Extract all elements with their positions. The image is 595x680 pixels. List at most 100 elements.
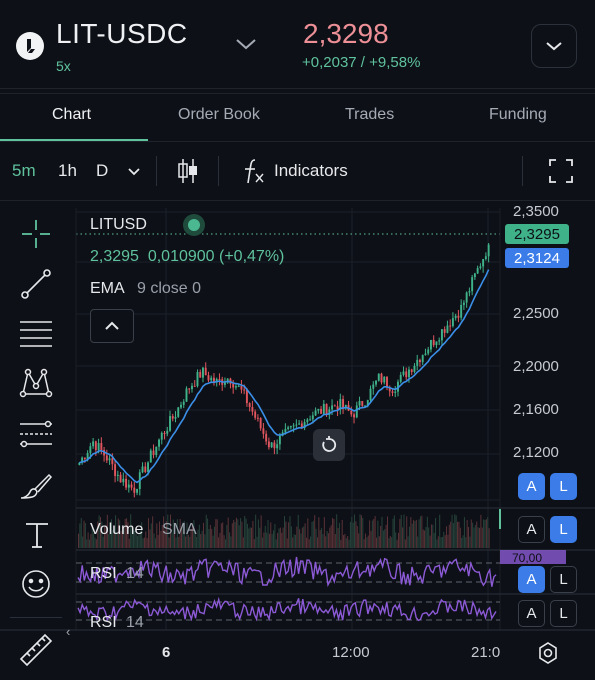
candle	[83, 457, 86, 459]
volume-bar	[271, 533, 273, 548]
candle	[292, 425, 295, 427]
volume-bar	[437, 536, 439, 548]
volume-bar	[79, 523, 81, 548]
trendline-icon[interactable]	[20, 268, 52, 305]
candle	[372, 384, 375, 389]
volume-bar	[212, 535, 214, 548]
candle	[325, 403, 328, 415]
brush-icon[interactable]	[18, 470, 54, 507]
log-scale-button[interactable]: L	[550, 516, 577, 543]
price-chart[interactable]: 70,00	[0, 200, 595, 680]
candle	[116, 474, 119, 476]
ruler-icon[interactable]	[18, 632, 54, 673]
volume-bar	[426, 516, 428, 548]
function-icon[interactable]	[242, 156, 266, 191]
volume-bar	[266, 532, 268, 548]
interval-d[interactable]: D	[96, 161, 108, 181]
candle	[471, 277, 474, 292]
volume-bar	[262, 537, 264, 548]
volume-bar	[267, 520, 269, 548]
candle	[256, 417, 259, 419]
emoji-icon[interactable]	[20, 568, 52, 605]
interval-chevron-down-icon[interactable]	[127, 164, 141, 182]
interval-5m[interactable]: 5m	[12, 161, 36, 181]
pair-title[interactable]: LIT-USDC	[56, 18, 188, 50]
volume-bar	[156, 523, 158, 548]
volume-bar	[433, 532, 435, 548]
rsi-value-tag: 70,00	[512, 551, 542, 565]
candle	[429, 339, 432, 350]
candle	[92, 441, 95, 447]
log-scale-button[interactable]: L	[550, 473, 577, 500]
volume-bar	[418, 519, 420, 548]
volume-bar	[365, 533, 367, 548]
volume-bar	[410, 517, 412, 548]
auto-scale-button[interactable]: A	[518, 566, 545, 593]
volume-bar	[168, 537, 170, 548]
candle	[182, 401, 185, 405]
candle	[130, 484, 133, 488]
tab-funding[interactable]: Funding	[489, 106, 547, 124]
volume-bar	[253, 539, 255, 548]
prediction-icon[interactable]	[18, 418, 54, 455]
lighter-logo-icon	[16, 32, 44, 60]
volume-bar	[260, 515, 262, 548]
volume-bar	[381, 516, 383, 548]
collapse-chevron-icon[interactable]: ‹	[66, 624, 70, 639]
crosshair-icon[interactable]	[20, 218, 52, 255]
time-axis-label: 12:00	[332, 644, 370, 661]
collapse-legend-button[interactable]	[90, 309, 134, 343]
volume-bar	[371, 520, 373, 548]
candle	[331, 405, 334, 410]
volume-bar	[481, 527, 483, 548]
fullscreen-icon[interactable]	[548, 158, 574, 189]
tab-trades[interactable]: Trades	[345, 106, 394, 124]
volume-bar	[273, 530, 275, 548]
reset-chart-button[interactable]	[313, 429, 345, 461]
expand-button[interactable]	[531, 24, 577, 68]
auto-scale-button[interactable]: A	[518, 473, 545, 500]
indicators-button[interactable]: Indicators	[274, 161, 348, 181]
legend-ema-label: EMA	[90, 280, 125, 297]
log-scale-button[interactable]: L	[550, 600, 577, 627]
tab-chart[interactable]: Chart	[52, 106, 91, 124]
volume-bar	[274, 523, 276, 548]
candle	[482, 259, 485, 267]
candle	[141, 466, 144, 473]
auto-scale-button[interactable]: A	[518, 516, 545, 543]
candle	[295, 424, 298, 426]
candle	[111, 458, 114, 465]
auto-scale-button[interactable]: A	[518, 600, 545, 627]
text-icon[interactable]	[22, 520, 52, 555]
volume-bar	[297, 514, 299, 548]
volume-bar	[307, 518, 309, 548]
volume-bar	[83, 520, 85, 548]
divider	[0, 141, 595, 142]
settings-icon[interactable]	[536, 641, 560, 670]
candle	[418, 359, 421, 363]
candle	[160, 432, 163, 440]
volume-bar	[153, 533, 155, 548]
candle	[454, 315, 457, 319]
volume-bar	[282, 527, 284, 548]
volume-bar	[327, 533, 329, 548]
tab-order-book[interactable]: Order Book	[178, 106, 260, 124]
last-price-tag: 2,3295	[505, 224, 569, 244]
log-scale-button[interactable]: L	[550, 566, 577, 593]
fib-lines-icon[interactable]	[18, 318, 54, 355]
interval-1h[interactable]: 1h	[58, 161, 77, 181]
volume-bar	[454, 514, 456, 548]
volume-bar	[359, 514, 361, 548]
candle-style-icon[interactable]	[176, 156, 200, 191]
volume-bar	[373, 518, 375, 548]
volume-bar	[389, 535, 391, 548]
price-axis-label: 2,2000	[513, 358, 559, 375]
pattern-icon[interactable]	[18, 366, 54, 405]
candle	[342, 399, 345, 409]
candle	[180, 404, 182, 408]
volume-bar	[289, 516, 291, 548]
volume-bar	[146, 537, 148, 548]
chevron-down-icon[interactable]	[234, 36, 258, 57]
candle	[451, 318, 454, 327]
candle	[204, 367, 207, 376]
